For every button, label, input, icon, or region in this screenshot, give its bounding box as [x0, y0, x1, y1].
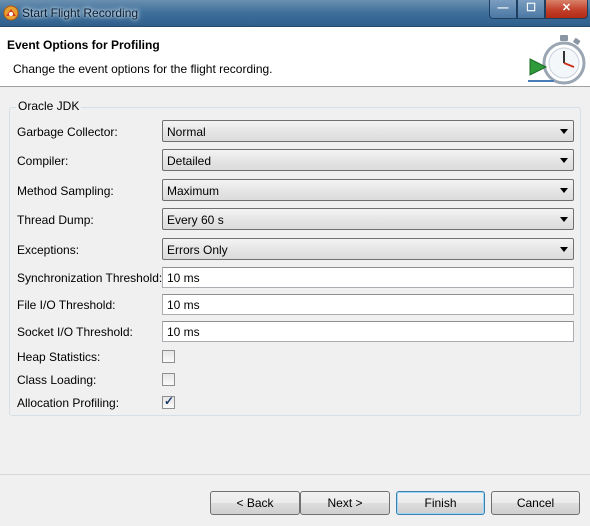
- file-io-threshold-input[interactable]: [162, 294, 574, 315]
- socket-io-threshold-label: Socket I/O Threshold:: [17, 325, 133, 339]
- allocation-profiling-label: Allocation Profiling:: [17, 396, 120, 410]
- exceptions-select[interactable]: Errors Only: [162, 238, 574, 260]
- checkmark-icon: ✓: [164, 394, 175, 408]
- method-sampling-value: Maximum: [167, 184, 220, 198]
- title-bar: Start Flight Recording — ☐ ✕: [0, 0, 590, 27]
- page-description: Change the event options for the flight …: [13, 62, 273, 76]
- compiler-value: Detailed: [167, 154, 212, 168]
- heap-statistics-checkbox[interactable]: [162, 350, 175, 363]
- finish-button[interactable]: Finish: [396, 491, 485, 515]
- chevron-down-icon: [560, 129, 568, 134]
- stopwatch-icon: [528, 35, 586, 85]
- garbage-collector-select[interactable]: Normal: [162, 120, 574, 142]
- back-button[interactable]: < Back: [210, 491, 300, 515]
- thread-dump-value: Every 60 s: [167, 213, 224, 227]
- class-loading-label: Class Loading:: [17, 373, 97, 387]
- chevron-down-icon: [560, 247, 568, 252]
- next-button[interactable]: Next >: [300, 491, 390, 515]
- app-icon: [3, 5, 19, 21]
- window-title: Start Flight Recording: [22, 6, 139, 20]
- close-button[interactable]: ✕: [545, 0, 588, 19]
- synchronization-threshold-label: Synchronization Threshold:: [17, 271, 163, 285]
- compiler-label: Compiler:: [17, 154, 69, 168]
- compiler-select[interactable]: Detailed: [162, 149, 574, 171]
- cancel-button[interactable]: Cancel: [491, 491, 580, 515]
- page-title: Event Options for Profiling: [7, 38, 160, 52]
- synchronization-threshold-input[interactable]: [162, 267, 574, 288]
- chevron-down-icon: [560, 188, 568, 193]
- thread-dump-label: Thread Dump:: [17, 213, 94, 227]
- socket-io-threshold-input[interactable]: [162, 321, 574, 342]
- garbage-collector-label: Garbage Collector:: [17, 125, 118, 139]
- minimize-button[interactable]: —: [489, 0, 517, 19]
- group-title: Oracle JDK: [16, 99, 82, 113]
- button-bar-separator: [0, 474, 590, 475]
- garbage-collector-value: Normal: [167, 125, 206, 139]
- class-loading-checkbox[interactable]: [162, 373, 175, 386]
- exceptions-value: Errors Only: [167, 243, 228, 257]
- method-sampling-label: Method Sampling:: [17, 184, 114, 198]
- heap-statistics-label: Heap Statistics:: [17, 350, 101, 364]
- maximize-button[interactable]: ☐: [517, 0, 545, 19]
- wizard-header: Event Options for Profiling Change the e…: [0, 27, 590, 87]
- method-sampling-select[interactable]: Maximum: [162, 179, 574, 201]
- chevron-down-icon: [560, 158, 568, 163]
- file-io-threshold-label: File I/O Threshold:: [17, 298, 116, 312]
- allocation-profiling-checkbox[interactable]: ✓: [162, 394, 175, 409]
- chevron-down-icon: [560, 217, 568, 222]
- exceptions-label: Exceptions:: [17, 243, 80, 257]
- thread-dump-select[interactable]: Every 60 s: [162, 208, 574, 230]
